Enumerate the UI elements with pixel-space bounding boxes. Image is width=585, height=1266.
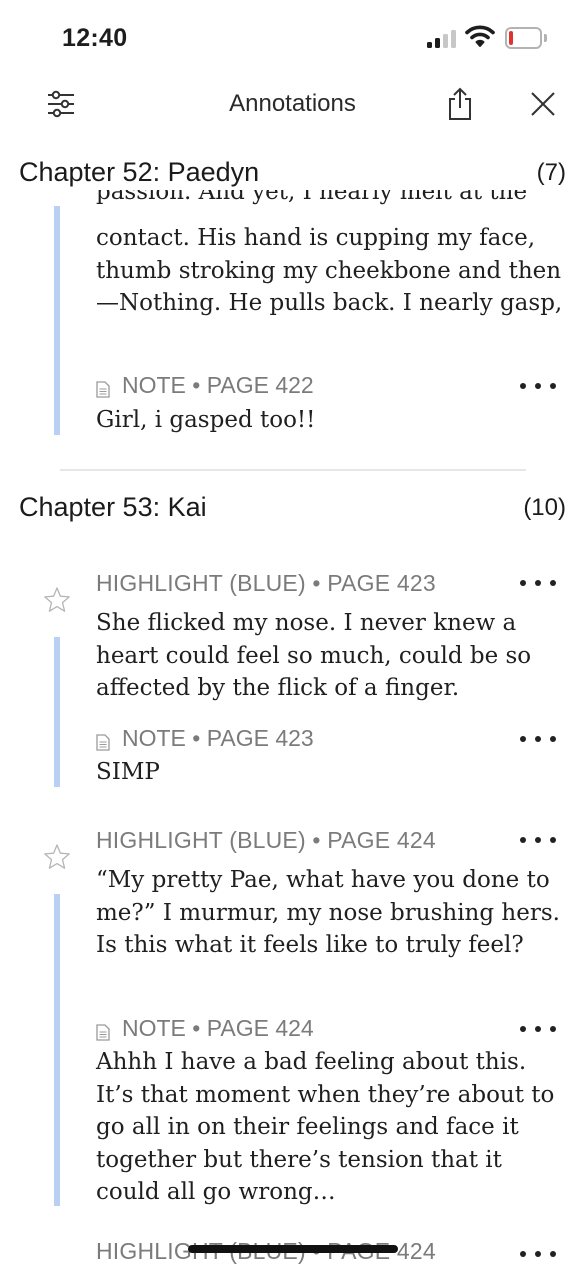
cellular-signal-icon (427, 28, 459, 48)
chapter-title[interactable]: Chapter 53: Kai (19, 492, 207, 523)
chapter-title[interactable]: Chapter 52: Paedyn (19, 157, 259, 188)
more-options-button[interactable] (520, 376, 556, 396)
highlight-text-cut: passion. And yet, I nearly melt at the (96, 190, 528, 205)
highlight-text[interactable]: contact. His hand is cupping my face, th… (96, 222, 566, 320)
home-indicator[interactable] (188, 1245, 398, 1253)
note-meta-label: NOTE • PAGE 424 (122, 1015, 314, 1041)
divider (60, 469, 526, 471)
battery-icon (505, 27, 547, 49)
close-button[interactable] (525, 86, 561, 122)
chapter-count: (7) (536, 159, 566, 186)
note-meta-label: NOTE • PAGE 423 (122, 725, 314, 751)
highlight-bar (54, 637, 60, 787)
note-text[interactable]: SIMP (96, 756, 566, 789)
highlight-meta: HIGHLIGHT (BLUE) • PAGE 424 (96, 827, 436, 853)
star-icon[interactable] (42, 842, 72, 872)
highlight-meta: HIGHLIGHT (BLUE) • PAGE 423 (96, 570, 436, 596)
more-options-button[interactable] (520, 729, 556, 749)
note-text[interactable]: Girl, i gasped too!! (96, 404, 566, 437)
chapter-count: (10) (523, 494, 566, 521)
more-options-button[interactable] (520, 573, 556, 593)
note-meta: NOTE • PAGE 422 (96, 372, 314, 399)
note-meta-label: NOTE • PAGE 422 (122, 372, 314, 398)
more-options-button[interactable] (520, 1244, 556, 1264)
more-options-button[interactable] (520, 1019, 556, 1039)
note-icon (96, 730, 110, 751)
scrolled-text-clip: HIGHLIGHT (BLUE) • PAGE 424 (0, 1240, 585, 1266)
wifi-icon (465, 24, 495, 48)
scrolled-text-clip: passion. And yet, I nearly melt at the (0, 190, 585, 218)
note-icon (96, 377, 110, 398)
close-icon (531, 92, 555, 116)
note-meta: NOTE • PAGE 423 (96, 725, 314, 752)
highlight-bar (54, 894, 60, 1206)
note-icon (96, 1020, 110, 1041)
share-icon (449, 87, 471, 120)
share-button[interactable] (442, 86, 478, 122)
more-options-button[interactable] (520, 830, 556, 850)
highlight-text[interactable]: She flicked my nose. I never knew a hear… (96, 607, 566, 705)
note-meta: NOTE • PAGE 424 (96, 1015, 314, 1042)
note-text[interactable]: Ahhh I have a bad feeling about this. It… (96, 1046, 566, 1209)
star-icon[interactable] (42, 585, 72, 615)
highlight-text[interactable]: “My pretty Pae, what have you done to me… (96, 864, 566, 962)
page-title: Annotations (229, 90, 356, 117)
highlight-bar (54, 206, 60, 435)
status-time: 12:40 (62, 24, 128, 52)
